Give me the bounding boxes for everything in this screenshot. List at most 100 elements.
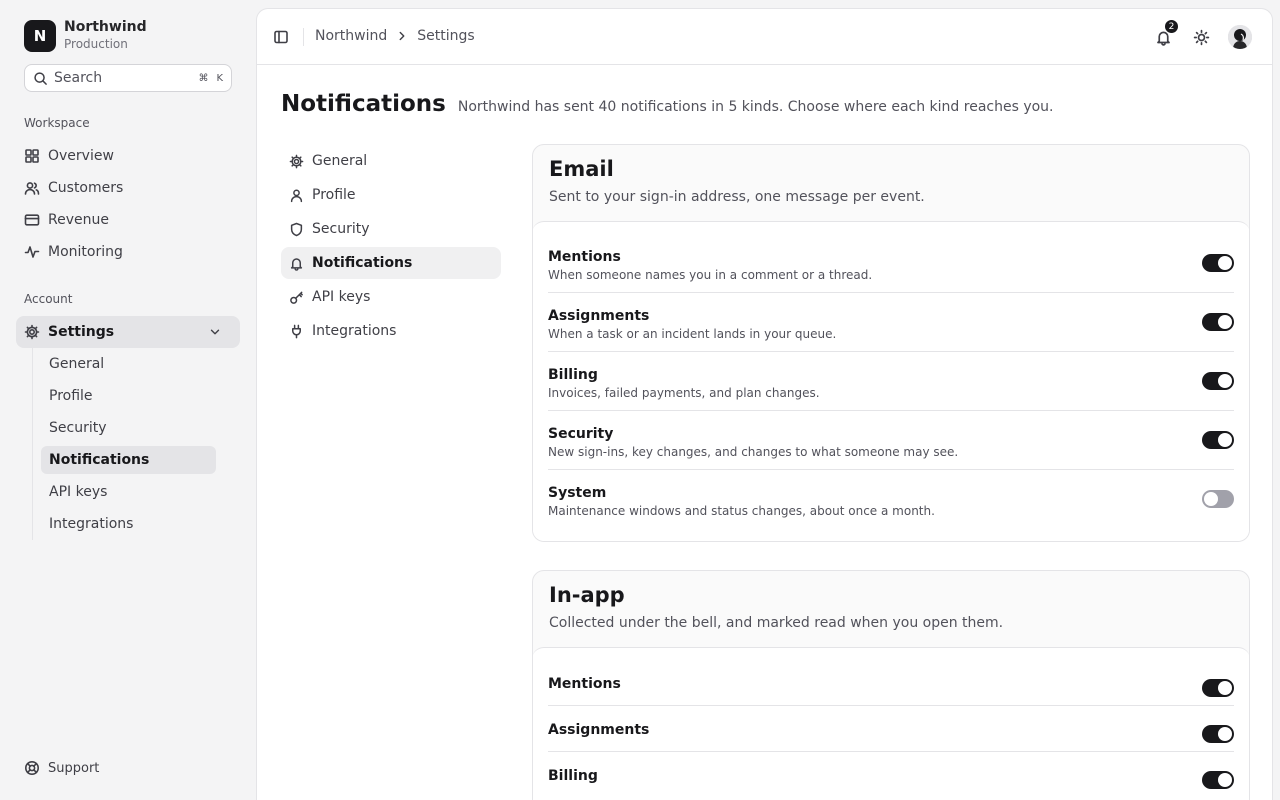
email-assignments-toggle[interactable] bbox=[1202, 313, 1234, 331]
subnav-item-security[interactable]: Security bbox=[281, 213, 501, 245]
toggle-knob bbox=[1218, 773, 1232, 787]
sidebar-subitem-security[interactable]: Security bbox=[41, 414, 216, 442]
theme-toggle-button[interactable] bbox=[1188, 24, 1214, 50]
bell-icon bbox=[290, 257, 303, 271]
settings-subnav: General Profile Security Notifications A… bbox=[281, 145, 501, 349]
sidebar-subitem-notifications[interactable]: Notifications bbox=[41, 446, 216, 474]
shortcut-cmd: ⌘ bbox=[198, 72, 209, 84]
org-switcher[interactable]: N Northwind Production bbox=[24, 19, 147, 53]
breadcrumb-item-settings[interactable]: Settings bbox=[417, 28, 474, 44]
row-title: Billing bbox=[548, 768, 598, 784]
row-description: When someone names you in a comment or a… bbox=[548, 268, 873, 282]
org-logo: N bbox=[24, 20, 56, 52]
sidebar-panel-icon bbox=[274, 30, 288, 44]
row-title: Mentions bbox=[548, 676, 621, 692]
users-icon bbox=[24, 182, 40, 195]
card-description: Sent to your sign-in address, one messag… bbox=[549, 189, 925, 205]
avatar-image bbox=[1228, 25, 1252, 49]
notification-row-assignments: Assignments bbox=[548, 706, 1234, 752]
subnav-item-label: API keys bbox=[312, 289, 371, 305]
row-title: Mentions bbox=[548, 249, 621, 265]
email-channel-card: Email Sent to your sign-in address, one … bbox=[532, 144, 1250, 542]
credit-card-icon bbox=[24, 214, 40, 226]
row-title: Billing bbox=[548, 367, 598, 383]
toggle-knob bbox=[1218, 727, 1232, 741]
sidebar: N Northwind Production Search ⌘ K Worksp… bbox=[0, 0, 256, 800]
row-title: System bbox=[548, 485, 607, 501]
subnav-item-notifications[interactable]: Notifications bbox=[281, 247, 501, 279]
workspace-group-label: Workspace bbox=[24, 116, 90, 130]
sidebar-item-label: Revenue bbox=[48, 212, 109, 228]
in-app-assignments-toggle[interactable] bbox=[1202, 725, 1234, 743]
email-system-toggle[interactable] bbox=[1202, 490, 1234, 508]
sidebar-item-label: Overview bbox=[48, 148, 114, 164]
page-title: Notifications bbox=[281, 91, 446, 117]
chevron-right-icon bbox=[399, 31, 405, 41]
page-header: Notifications Northwind has sent 40 noti… bbox=[281, 91, 1054, 117]
breadcrumb-item-org[interactable]: Northwind bbox=[315, 28, 387, 44]
sidebar-subitem-api-keys[interactable]: API keys bbox=[41, 478, 216, 506]
notification-row-mentions: Mentions When someone names you in a com… bbox=[548, 234, 1234, 293]
page-description: Northwind has sent 40 notifications in 5… bbox=[457, 99, 1054, 115]
card-title: In-app bbox=[549, 583, 625, 607]
email-security-toggle[interactable] bbox=[1202, 431, 1234, 449]
in-app-billing-toggle[interactable] bbox=[1202, 771, 1234, 789]
sidebar-item-customers[interactable]: Customers bbox=[16, 172, 240, 204]
subnav-item-api-keys[interactable]: API keys bbox=[281, 281, 501, 313]
subnav-item-label: Integrations bbox=[312, 323, 397, 339]
sidebar-subitem-profile[interactable]: Profile bbox=[41, 382, 216, 410]
org-environment: Production bbox=[64, 37, 128, 51]
org-name: Northwind bbox=[64, 19, 147, 35]
search-placeholder: Search bbox=[54, 70, 103, 86]
row-description: Maintenance windows and status changes, … bbox=[548, 504, 935, 518]
lifebuoy-icon bbox=[25, 761, 39, 775]
user-icon bbox=[290, 188, 303, 202]
subnav-item-profile[interactable]: Profile bbox=[281, 179, 501, 211]
toggle-knob bbox=[1218, 374, 1232, 388]
notification-count-badge: 2 bbox=[1164, 19, 1179, 34]
in-app-mentions-toggle[interactable] bbox=[1202, 679, 1234, 697]
sidebar-item-overview[interactable]: Overview bbox=[16, 140, 240, 172]
sidebar-item-label: Settings bbox=[48, 324, 115, 340]
topbar-divider bbox=[303, 28, 304, 46]
row-title: Assignments bbox=[548, 308, 650, 324]
search-input[interactable]: Search ⌘ K bbox=[24, 64, 232, 92]
row-title: Assignments bbox=[548, 722, 650, 738]
plug-icon bbox=[292, 324, 301, 338]
account-group-label: Account bbox=[24, 292, 73, 306]
subnav-item-label: Profile bbox=[312, 187, 356, 203]
topbar: Northwind Settings 2 bbox=[257, 9, 1272, 65]
sidebar-item-monitoring[interactable]: Monitoring bbox=[16, 236, 240, 268]
email-mentions-toggle[interactable] bbox=[1202, 254, 1234, 272]
sidebar-item-settings[interactable]: Settings bbox=[16, 316, 240, 348]
subnav-item-integrations[interactable]: Integrations bbox=[281, 315, 501, 347]
sidebar-subitem-integrations[interactable]: Integrations bbox=[41, 510, 216, 538]
subnav-item-label: Security bbox=[312, 221, 370, 237]
user-avatar[interactable] bbox=[1228, 25, 1252, 49]
main-panel: Northwind Settings 2 Notifications North… bbox=[256, 8, 1273, 800]
sidebar-item-revenue[interactable]: Revenue bbox=[16, 204, 240, 236]
key-icon bbox=[290, 291, 303, 304]
row-title: Security bbox=[548, 426, 614, 442]
row-description: When a task or an incident lands in your… bbox=[548, 327, 837, 341]
notifications-button[interactable]: 2 bbox=[1150, 19, 1179, 50]
dashboard-icon bbox=[25, 149, 39, 163]
submenu-guide-line bbox=[32, 348, 33, 540]
search-icon bbox=[34, 71, 47, 85]
chevron-down-icon bbox=[210, 329, 220, 335]
notification-row-system: System Maintenance windows and status ch… bbox=[548, 470, 1234, 529]
card-title: Email bbox=[549, 157, 614, 181]
sidebar-item-label: Monitoring bbox=[48, 244, 123, 260]
support-link[interactable]: Support bbox=[24, 760, 99, 776]
subnav-item-general[interactable]: General bbox=[281, 145, 501, 177]
sidebar-subitem-general[interactable]: General bbox=[41, 350, 216, 378]
toggle-knob bbox=[1218, 256, 1232, 270]
subnav-item-label: General bbox=[312, 153, 368, 169]
row-description: New sign-ins, key changes, and changes t… bbox=[548, 445, 959, 459]
card-description: Collected under the bell, and marked rea… bbox=[549, 615, 1004, 631]
notification-row-mentions: Mentions bbox=[548, 660, 1234, 706]
notification-row-billing: Billing Invoices, failed payments, and p… bbox=[548, 352, 1234, 411]
email-billing-toggle[interactable] bbox=[1202, 372, 1234, 390]
notification-row-assignments: Assignments When a task or an incident l… bbox=[548, 293, 1234, 352]
sidebar-toggle-button[interactable] bbox=[267, 23, 295, 51]
